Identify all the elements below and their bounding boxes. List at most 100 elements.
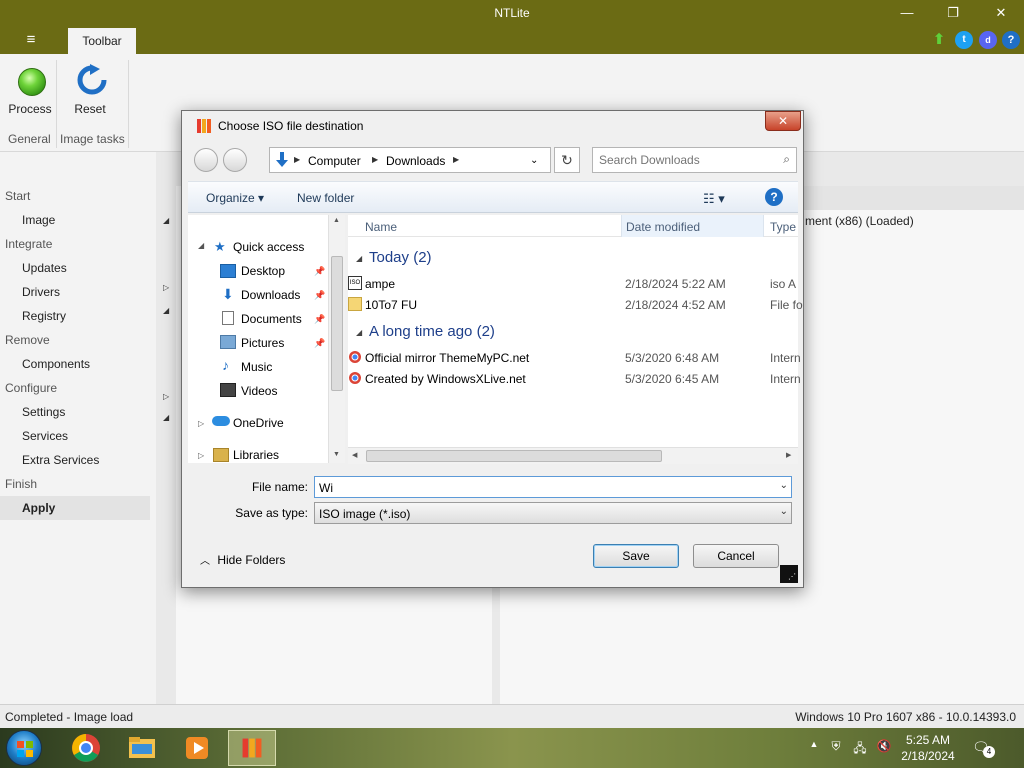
expand-arrow-icon[interactable]: ▷ <box>163 283 169 292</box>
discord-icon[interactable]: d <box>979 31 997 49</box>
scroll-thumb[interactable] <box>366 450 662 462</box>
status-right: Windows 10 Pro 1607 x86 - 10.0.14393.0 <box>795 710 1016 724</box>
cancel-button[interactable]: Cancel <box>693 544 779 568</box>
collapse-arrow-icon[interactable]: ◢ <box>163 306 169 315</box>
breadcrumb-separator-icon: ▶ <box>453 155 460 164</box>
file-name: Official mirror ThemeMyPC.net <box>365 351 530 365</box>
filelist-horizontal-scrollbar[interactable]: ◀ ▶ <box>348 447 798 464</box>
nav-downloads[interactable]: Downloads <box>241 288 300 302</box>
chevron-down-icon[interactable]: ⌄ <box>780 480 788 491</box>
search-input[interactable] <box>599 152 769 168</box>
nav-quick-access[interactable]: Quick access <box>233 240 304 254</box>
resize-grip-icon[interactable]: ⋰ <box>780 565 798 583</box>
group-long-time-ago[interactable]: A long time ago (2) <box>369 323 495 340</box>
breadcrumb-computer[interactable]: Computer <box>308 154 361 168</box>
scroll-thumb[interactable] <box>331 256 343 391</box>
navpane-scrollbar[interactable]: ▲ ▼ <box>328 215 345 463</box>
file-row[interactable]: ISO ampe 2/18/2024 5:22 AM iso A <box>348 276 796 291</box>
dialog-close-button[interactable]: ✕ <box>765 111 801 131</box>
collapse-arrow-icon[interactable]: ◢ <box>163 216 169 225</box>
file-name-combobox[interactable]: ⌄ <box>314 476 792 498</box>
nav-item-drivers[interactable]: Drivers <box>22 285 60 299</box>
file-row[interactable]: 10To7 FU 2/18/2024 4:52 AM File fo <box>348 297 803 312</box>
expand-triangle-icon[interactable]: ▷ <box>198 451 204 460</box>
nav-onedrive[interactable]: OneDrive <box>233 416 284 430</box>
process-orb-icon <box>18 68 46 96</box>
nav-item-image[interactable]: Image <box>22 213 55 227</box>
scroll-down-icon[interactable]: ▼ <box>333 451 340 458</box>
collapse-triangle-icon[interactable]: ◢ <box>198 241 204 250</box>
dialog-help-button[interactable]: ? <box>765 188 783 206</box>
show-hidden-icons-icon[interactable]: ▲ <box>806 739 822 755</box>
column-name[interactable]: Name <box>365 220 397 234</box>
nav-item-updates[interactable]: Updates <box>22 261 67 275</box>
group-collapse-icon[interactable]: ◢ <box>356 328 362 337</box>
refresh-button[interactable]: ↻ <box>554 147 580 173</box>
nav-item-settings[interactable]: Settings <box>22 405 65 419</box>
nav-item-components[interactable]: Components <box>22 357 90 371</box>
nav-item-extra-services[interactable]: Extra Services <box>22 453 99 467</box>
taskbar-explorer[interactable] <box>118 730 166 766</box>
column-type[interactable]: Type <box>770 220 796 234</box>
network-icon[interactable]: 🖧 <box>852 739 868 755</box>
view-options-icon[interactable]: ☷ ▾ <box>703 191 725 207</box>
twitter-icon[interactable]: t <box>955 31 973 49</box>
minimize-icon[interactable]: — <box>892 3 922 23</box>
nav-pictures[interactable]: Pictures <box>241 336 284 350</box>
breadcrumb-downloads[interactable]: Downloads <box>386 154 445 168</box>
file-date: 2/18/2024 4:52 AM <box>625 298 726 312</box>
chrome-icon <box>72 734 100 762</box>
nav-desktop[interactable]: Desktop <box>241 264 285 278</box>
back-button[interactable] <box>194 148 218 172</box>
status-left: Completed - Image load <box>5 710 134 724</box>
save-as-type-value: ISO image (*.iso) <box>319 507 411 521</box>
close-icon[interactable]: ✕ <box>986 3 1016 23</box>
new-folder-button[interactable]: New folder <box>297 191 354 205</box>
address-dropdown-icon[interactable]: ⌄ <box>530 155 538 166</box>
file-row[interactable]: Official mirror ThemeMyPC.net 5/3/2020 6… <box>349 351 801 365</box>
address-bar[interactable]: ▶ Computer ▶ Downloads ▶ ⌄ <box>269 147 551 173</box>
chevron-down-icon[interactable]: ⌄ <box>780 506 788 517</box>
nav-libraries[interactable]: Libraries <box>233 448 279 462</box>
collapse-arrow-icon[interactable]: ◢ <box>163 413 169 422</box>
security-shield-icon[interactable]: ⛨ <box>828 739 844 755</box>
nav-item-registry[interactable]: Registry <box>22 309 66 323</box>
update-arrow-icon[interactable]: ⬆ <box>930 31 948 49</box>
nav-music[interactable]: Music <box>241 360 272 374</box>
group-today[interactable]: Today (2) <box>369 249 432 266</box>
reset-button[interactable]: Reset <box>64 60 116 120</box>
tab-toolbar[interactable]: Toolbar <box>68 28 136 54</box>
taskbar-chrome[interactable] <box>62 730 110 766</box>
expand-arrow-icon[interactable]: ▷ <box>163 392 169 401</box>
restore-icon[interactable]: ❐ <box>938 3 968 23</box>
save-button[interactable]: Save <box>593 544 679 568</box>
nav-item-apply[interactable]: Apply <box>22 501 55 515</box>
scroll-right-icon[interactable]: ▶ <box>786 451 791 459</box>
hide-folders-toggle[interactable]: ︿ Hide Folders <box>200 552 285 567</box>
taskbar-ntlite[interactable] <box>228 730 276 766</box>
taskbar-media-player[interactable] <box>173 730 221 766</box>
file-row[interactable]: Created by WindowsXLive.net 5/3/2020 6:4… <box>349 372 801 386</box>
folder-icon <box>348 297 362 311</box>
group-collapse-icon[interactable]: ◢ <box>356 254 362 263</box>
nav-header-configure: Configure <box>5 381 58 395</box>
taskbar-clock[interactable]: 5:25 AM 2/18/2024 <box>900 732 956 764</box>
column-date-modified[interactable]: Date modified <box>626 220 700 234</box>
hamburger-menu-icon[interactable]: ≡ <box>20 30 42 50</box>
save-as-type-select[interactable]: ISO image (*.iso) ⌄ <box>314 502 792 524</box>
start-button[interactable] <box>6 730 42 766</box>
file-name-input[interactable] <box>319 480 759 495</box>
scroll-up-icon[interactable]: ▲ <box>333 217 340 224</box>
expand-triangle-icon[interactable]: ▷ <box>198 419 204 428</box>
help-icon[interactable]: ? <box>1002 31 1020 49</box>
nav-documents[interactable]: Documents <box>241 312 302 326</box>
search-box[interactable]: ⌕ <box>592 147 797 173</box>
process-button[interactable]: Process <box>4 60 56 120</box>
file-type: File fo <box>770 298 803 312</box>
scroll-left-icon[interactable]: ◀ <box>352 451 357 459</box>
forward-button[interactable] <box>223 148 247 172</box>
volume-muted-icon[interactable]: 🔇 <box>876 739 892 755</box>
nav-item-services[interactable]: Services <box>22 429 68 443</box>
organize-button[interactable]: Organize ▾ <box>206 191 264 205</box>
nav-videos[interactable]: Videos <box>241 384 277 398</box>
